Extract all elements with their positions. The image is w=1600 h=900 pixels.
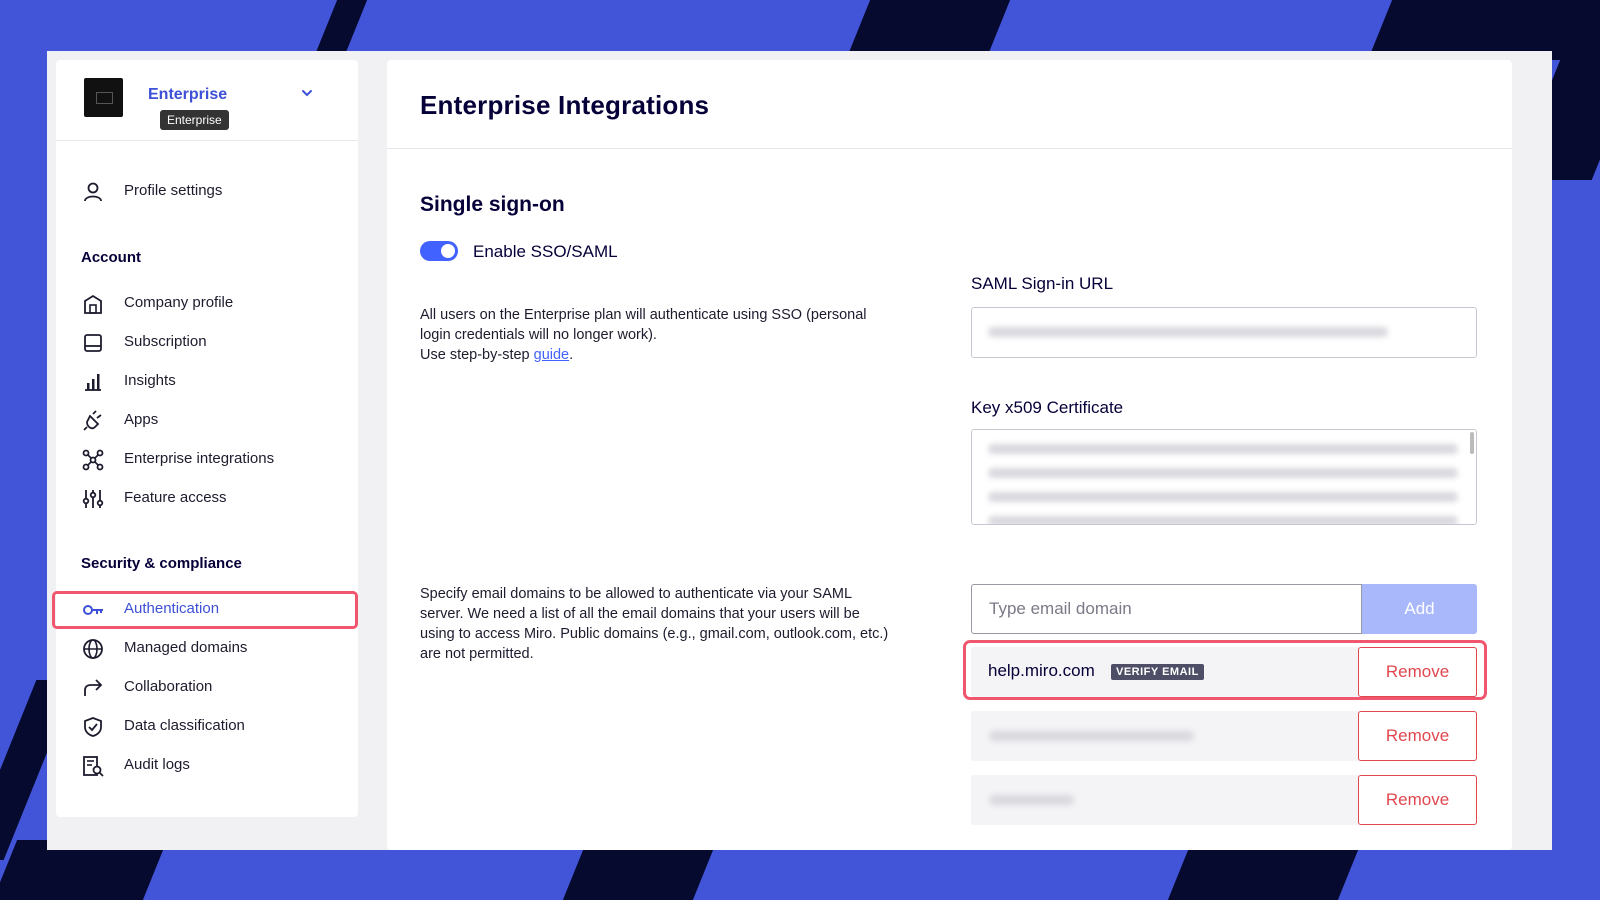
certificate-label: Key x509 Certificate bbox=[971, 398, 1124, 417]
sidebar-item-label: Authentication bbox=[124, 600, 220, 617]
saml-url-label: SAML Sign-in URL bbox=[971, 274, 1114, 293]
divider bbox=[387, 148, 1512, 149]
remove-domain-button[interactable]: Remove bbox=[1358, 775, 1477, 825]
sliders-icon bbox=[82, 490, 104, 508]
certificate-textarea[interactable] bbox=[971, 429, 1477, 525]
sso-description-line: All users on the Enterprise plan will au… bbox=[420, 307, 867, 323]
sidebar-item-profile-settings[interactable]: Profile settings bbox=[56, 172, 358, 210]
sidebar-item-subscription[interactable]: Subscription bbox=[56, 323, 358, 361]
guide-suffix: . bbox=[569, 347, 574, 363]
sidebar-item-collaboration[interactable]: Collaboration bbox=[56, 668, 358, 706]
integrations-icon bbox=[82, 449, 104, 471]
section-title-account: Account bbox=[81, 249, 141, 266]
org-switcher[interactable]: Enterprise Enterprise bbox=[56, 60, 358, 141]
user-icon bbox=[84, 182, 102, 202]
sso-description: All users on the Enterprise plan will au… bbox=[420, 305, 867, 365]
domains-description-line: server. We need a list of all the email … bbox=[420, 606, 860, 622]
settings-sidebar: Enterprise Enterprise Profile settings A… bbox=[52, 60, 358, 817]
sidebar-item-company-profile[interactable]: Company profile bbox=[56, 284, 358, 322]
sidebar-item-apps[interactable]: Apps bbox=[56, 401, 358, 439]
sidebar-item-authentication[interactable]: Authentication bbox=[52, 591, 358, 629]
guide-prefix: Use step-by-step bbox=[420, 347, 534, 363]
remove-domain-button[interactable]: Remove bbox=[1358, 711, 1477, 761]
saml-url-input[interactable] bbox=[971, 307, 1477, 358]
shield-icon bbox=[84, 717, 102, 737]
sidebar-item-label: Company profile bbox=[124, 294, 234, 311]
org-logo bbox=[84, 78, 123, 117]
toggle-knob bbox=[441, 244, 455, 258]
page-title: Enterprise Integrations bbox=[420, 90, 710, 120]
chevron-down-icon[interactable] bbox=[300, 86, 314, 100]
sso-description-line: Use step-by-step guide. bbox=[420, 345, 867, 365]
sidebar-item-label: Profile settings bbox=[124, 182, 223, 199]
highlight-outline bbox=[963, 640, 1487, 700]
org-tooltip: Enterprise bbox=[160, 110, 229, 130]
sidebar-item-insights[interactable]: Insights bbox=[56, 362, 358, 400]
section-title-sso: Single sign-on bbox=[420, 193, 565, 216]
building-icon bbox=[84, 294, 102, 314]
sidebar-item-enterprise-integrations[interactable]: Enterprise integrations bbox=[56, 440, 358, 478]
bar-chart-icon bbox=[85, 374, 101, 391]
domain-row: Remove bbox=[971, 711, 1477, 761]
key-icon bbox=[83, 605, 103, 615]
audit-log-icon bbox=[83, 756, 104, 777]
textarea-scrollbar[interactable] bbox=[1470, 432, 1474, 454]
sidebar-item-label: Insights bbox=[124, 372, 176, 389]
sidebar-item-label: Managed domains bbox=[124, 639, 248, 656]
sidebar-item-label: Subscription bbox=[124, 333, 207, 350]
sidebar-item-audit-logs[interactable]: Audit logs bbox=[56, 746, 358, 784]
sidebar-item-label: Audit logs bbox=[124, 756, 190, 773]
add-domain-button[interactable]: Add bbox=[1362, 584, 1477, 634]
globe-icon bbox=[83, 639, 103, 659]
sidebar-item-data-classification[interactable]: Data classification bbox=[56, 707, 358, 745]
sidebar-item-feature-access[interactable]: Feature access bbox=[56, 479, 358, 517]
domains-description-line: Specify email domains to be allowed to a… bbox=[420, 586, 853, 602]
sso-description-line: login credentials will no longer work). bbox=[420, 327, 657, 343]
sidebar-item-managed-domains[interactable]: Managed domains bbox=[56, 629, 358, 667]
sidebar-item-label: Enterprise integrations bbox=[124, 450, 275, 467]
domains-description: Specify email domains to be allowed to a… bbox=[420, 584, 888, 664]
subscription-icon bbox=[84, 334, 102, 352]
domains-description-line: using to access Miro. Public domains (e.… bbox=[420, 626, 889, 642]
sso-toggle[interactable] bbox=[420, 241, 458, 261]
share-arrow-icon bbox=[84, 679, 103, 696]
email-domain-input[interactable]: Type email domain bbox=[971, 584, 1362, 634]
section-title-security: Security & compliance bbox=[81, 555, 242, 572]
org-name[interactable]: Enterprise bbox=[148, 86, 227, 104]
sidebar-item-label: Feature access bbox=[124, 489, 227, 506]
sidebar-item-label: Data classification bbox=[124, 717, 245, 734]
sidebar-item-label: Collaboration bbox=[124, 678, 213, 695]
app-window: Enterprise Enterprise Profile settings A… bbox=[47, 51, 1552, 850]
main-panel: Enterprise Integrations Single sign-on E… bbox=[387, 60, 1512, 850]
sso-toggle-label: Enable SSO/SAML bbox=[473, 242, 618, 261]
guide-link[interactable]: guide bbox=[534, 347, 569, 363]
domains-description-line: are not permitted. bbox=[420, 646, 534, 662]
plug-icon bbox=[83, 410, 102, 431]
domain-row: Remove bbox=[971, 775, 1477, 825]
sidebar-item-label: Apps bbox=[124, 411, 159, 428]
